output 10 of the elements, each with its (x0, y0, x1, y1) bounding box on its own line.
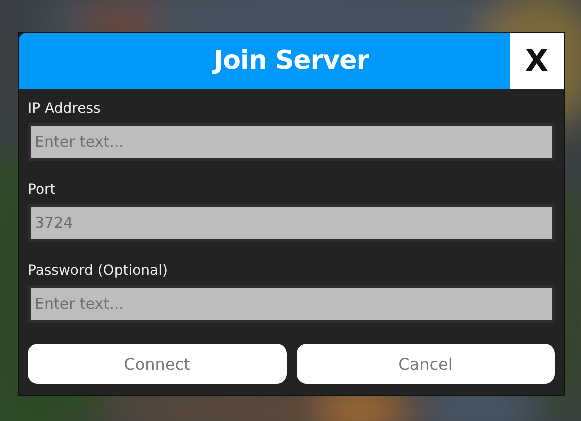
dialog-button[interactable]: Connect (28, 344, 286, 384)
input-field[interactable]: Enter text... (31, 126, 552, 158)
field-label: Password (Optional) (28, 263, 169, 280)
close-button[interactable]: X (510, 33, 564, 89)
field-label: IP Address (28, 101, 102, 118)
input-field[interactable]: 3724 (31, 207, 552, 239)
field-label: Port (28, 182, 57, 199)
dialog-button[interactable]: Cancel (296, 344, 555, 384)
dialog-title: Join Server (214, 46, 370, 76)
input-field[interactable]: Enter text... (31, 288, 552, 320)
